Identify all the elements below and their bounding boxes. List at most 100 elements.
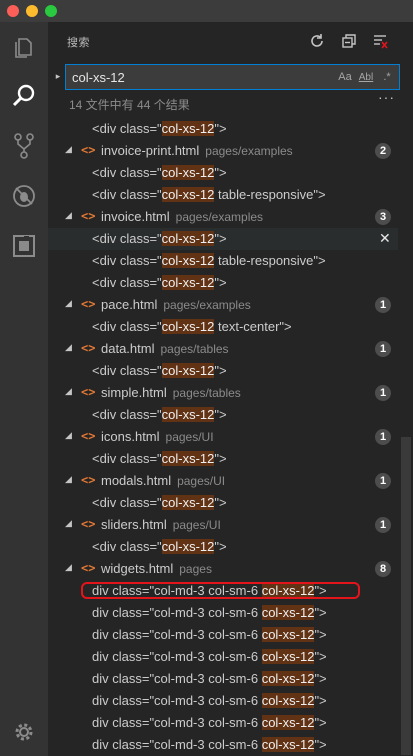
window-close-button[interactable] [7,5,19,17]
whole-word-toggle[interactable]: Abl [357,69,375,85]
match-suffix: table-responsive"> [214,187,326,202]
match-result-row[interactable]: <div class="col-xs-12"> [48,360,398,382]
more-options-icon[interactable]: ··· [378,89,395,105]
match-highlight: col-xs-12 [161,275,215,290]
match-result-row[interactable]: <div class="col-xs-12 table-responsive"> [48,250,398,272]
match-result-row[interactable]: <div class="col-xs-12"> [48,536,398,558]
match-prefix: <div class=" [92,539,162,554]
match-result-row[interactable]: div class="col-md-3 col-sm-6 col-xs-12"> [48,624,398,646]
match-result-row[interactable]: div class="col-md-3 col-sm-6 col-xs-12"> [48,690,398,712]
expand-chevron-icon[interactable]: ◢ [65,210,72,221]
file-result-row[interactable]: ◢ <> sliders.html pages/UI 1 [48,514,398,536]
match-result-row[interactable]: <div class="col-xs-12"> [48,118,398,140]
match-prefix: div class="col-md-3 col-sm-6 [92,649,262,664]
match-result-row[interactable]: div class="col-md-3 col-sm-6 col-xs-12"> [48,580,398,602]
file-name: sliders.html [101,517,167,532]
html-file-icon: <> [81,209,96,223]
debug-icon[interactable] [8,180,40,212]
file-result-row[interactable]: ◢ <> invoice-print.html pages/examples 2 [48,140,398,162]
match-prefix: <div class=" [92,187,162,202]
match-result-row[interactable]: <div class="col-xs-12"> ✕ [48,228,398,250]
activity-bar [0,22,48,756]
match-result-row[interactable]: div class="col-md-3 col-sm-6 col-xs-12"> [48,646,398,668]
expand-chevron-icon[interactable]: ◢ [65,474,72,485]
file-result-row[interactable]: ◢ <> data.html pages/tables 1 [48,338,398,360]
match-highlight: col-xs-12 [161,253,215,268]
file-result-row[interactable]: ◢ <> pace.html pages/examples 1 [48,294,398,316]
match-result-row[interactable]: <div class="col-xs-12"> [48,404,398,426]
expand-chevron-icon[interactable]: ◢ [65,386,72,397]
match-count-badge: 8 [375,561,391,577]
match-result-row[interactable]: <div class="col-xs-12 table-responsive"> [48,184,398,206]
file-path: pages/examples [163,298,251,312]
match-suffix: "> [214,231,227,246]
search-input[interactable] [66,65,328,89]
expand-chevron-icon[interactable]: ◢ [65,562,72,573]
match-prefix: div class="col-md-3 col-sm-6 [92,627,262,642]
file-name-group: modals.html pages/UI [101,473,225,488]
expand-chevron-icon[interactable]: ◢ [65,430,72,441]
match-suffix: "> [214,451,227,466]
match-suffix: "> [314,671,327,686]
source-control-icon[interactable] [8,130,40,162]
file-result-row[interactable]: ◢ <> modals.html pages/UI 1 [48,470,398,492]
match-highlight: col-xs-12 [161,407,215,422]
expand-chevron-icon[interactable]: ◢ [65,144,72,155]
match-result-row[interactable]: div class="col-md-3 col-sm-6 col-xs-12"> [48,602,398,624]
expand-chevron-icon[interactable]: ◢ [65,518,72,529]
dismiss-close-icon[interactable]: ✕ [379,230,391,247]
file-name-group: pace.html pages/examples [101,297,251,312]
expand-chevron-icon[interactable]: ◢ [65,298,72,309]
match-suffix: "> [314,693,327,708]
match-result-row[interactable]: <div class="col-xs-12"> [48,492,398,514]
title-bar [0,0,413,22]
collapse-all-icon[interactable] [339,31,359,51]
file-result-row[interactable]: ◢ <> icons.html pages/UI 1 [48,426,398,448]
html-file-icon: <> [81,385,96,399]
match-result-row[interactable]: <div class="col-xs-12"> [48,162,398,184]
file-result-row[interactable]: ◢ <> simple.html pages/tables 1 [48,382,398,404]
toggle-replace-chevron-icon[interactable]: ▸ [52,70,64,82]
explorer-icon[interactable] [8,32,40,64]
match-text: div class="col-md-3 col-sm-6 col-xs-12"> [92,627,327,642]
match-suffix: "> [214,539,227,554]
clear-results-icon[interactable] [370,31,390,51]
match-highlight: col-xs-12 [261,605,315,620]
regex-toggle[interactable]: .* [379,69,395,85]
match-result-row[interactable]: <div class="col-xs-12 text-center"> [48,316,398,338]
file-path: pages/tables [172,386,241,400]
html-file-icon: <> [81,429,96,443]
match-text: <div class="col-xs-12"> [92,165,227,180]
file-name: data.html [101,341,155,356]
match-highlight: col-xs-12 [161,539,215,554]
match-case-toggle[interactable]: Aa [336,69,354,85]
window-maximize-button[interactable] [45,5,57,17]
file-result-row[interactable]: ◢ <> widgets.html pages 8 [48,558,398,580]
refresh-icon[interactable] [307,31,327,51]
file-path: pages/UI [177,474,226,488]
search-icon[interactable] [8,80,40,112]
match-result-row[interactable]: div class="col-md-3 col-sm-6 col-xs-12"> [48,712,398,734]
match-text: div class="col-md-3 col-sm-6 col-xs-12"> [92,605,327,620]
results-scrollbar[interactable] [401,437,411,755]
match-result-row[interactable]: <div class="col-xs-12"> [48,448,398,470]
match-suffix: table-responsive"> [214,253,326,268]
match-result-row[interactable]: <div class="col-xs-12"> [48,272,398,294]
match-result-row[interactable]: div class="col-md-3 col-sm-6 col-xs-12"> [48,734,398,756]
settings-gear-icon[interactable] [8,716,40,748]
match-prefix: <div class=" [92,363,162,378]
window-minimize-button[interactable] [26,5,38,17]
match-suffix: "> [214,407,227,422]
file-path: pages/examples [205,144,293,158]
html-file-icon: <> [81,341,96,355]
file-result-row[interactable]: ◢ <> invoice.html pages/examples 3 [48,206,398,228]
expand-chevron-icon[interactable]: ◢ [65,342,72,353]
match-highlight: col-xs-12 [261,737,315,752]
extensions-icon[interactable] [8,230,40,262]
match-result-row[interactable]: div class="col-md-3 col-sm-6 col-xs-12"> [48,668,398,690]
file-path: pages/examples [175,210,264,224]
match-prefix: <div class=" [92,495,162,510]
match-highlight: col-xs-12 [161,187,215,202]
match-text: div class="col-md-3 col-sm-6 col-xs-12"> [92,649,327,664]
match-text: <div class="col-xs-12"> [92,275,227,290]
